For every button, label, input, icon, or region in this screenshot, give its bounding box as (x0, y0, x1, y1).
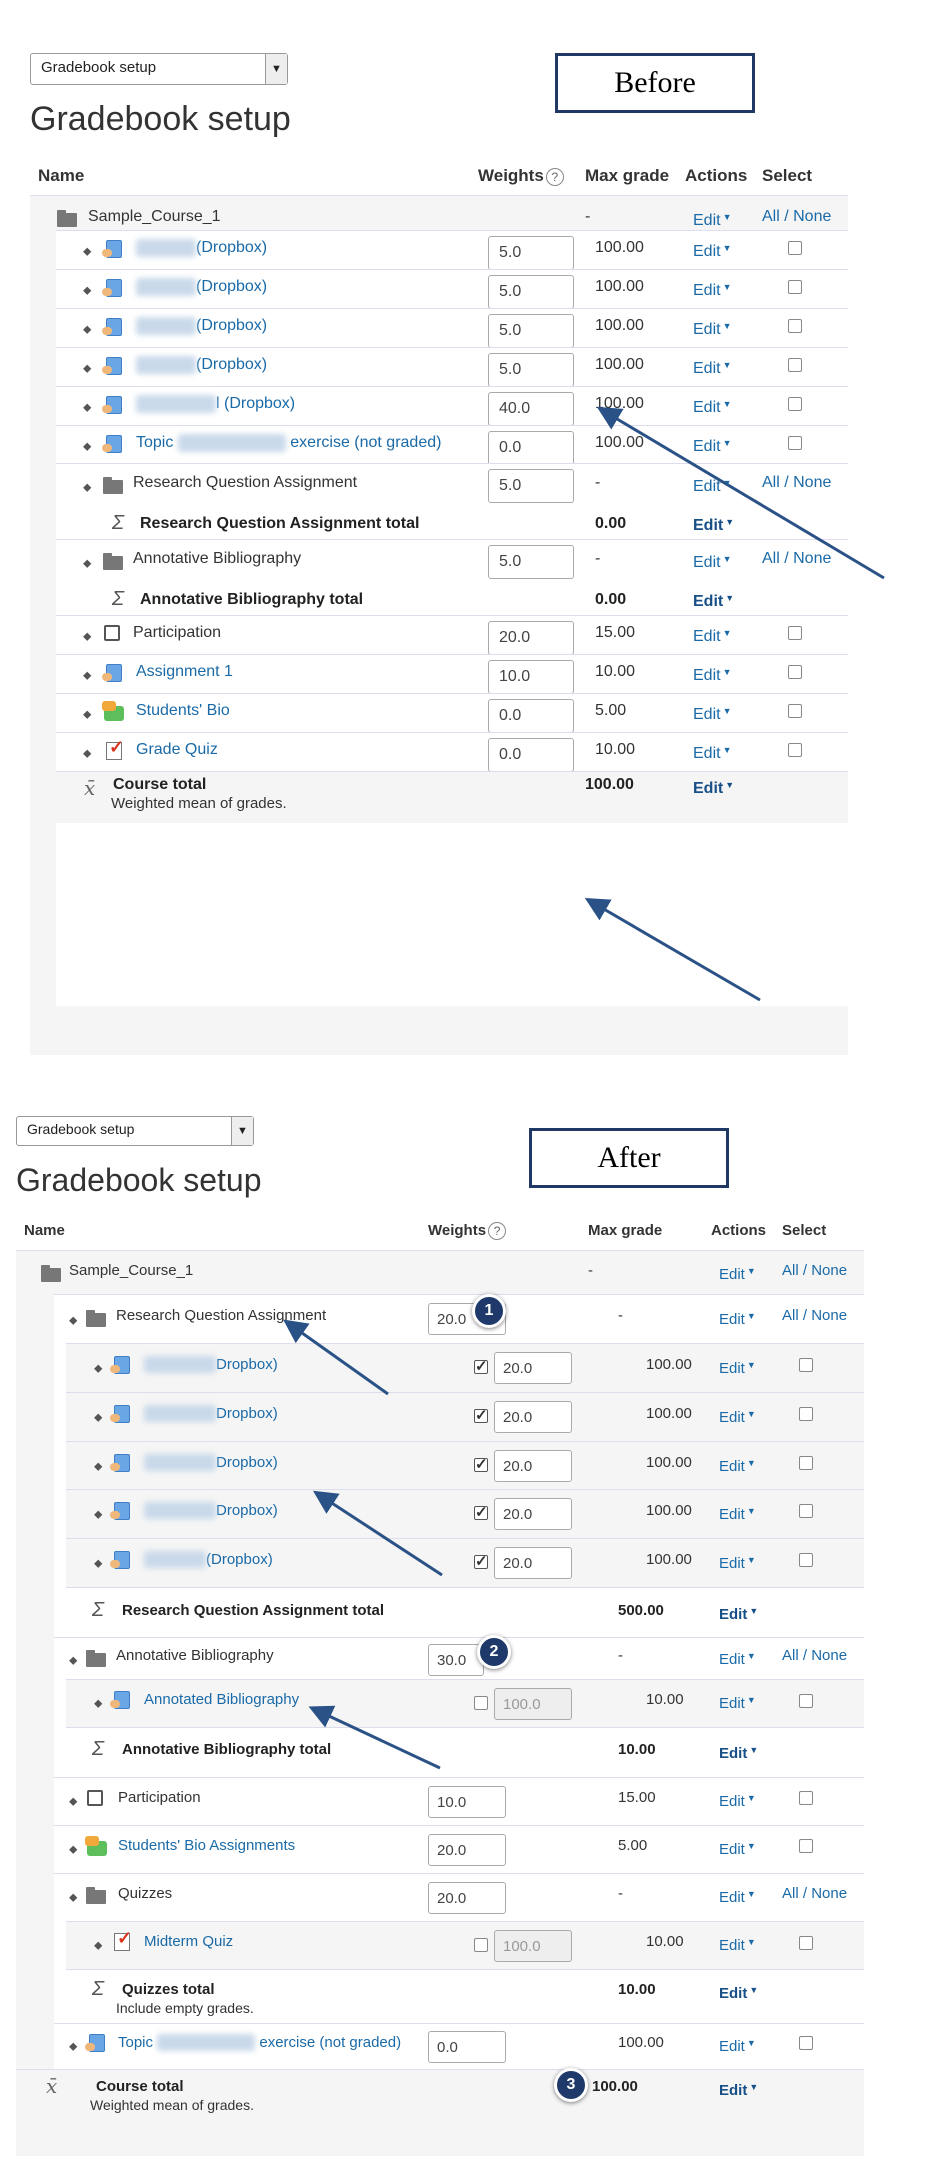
arrow-after-3 (308, 1705, 441, 1770)
arrow-after-2 (312, 1490, 443, 1577)
arrow-after-1 (283, 1319, 389, 1396)
annotation-arrows (283, 406, 885, 1770)
arrow-before-2 (584, 897, 761, 1002)
arrow-before-1 (596, 406, 885, 580)
page: Gradebook setup ▼ Before Gradebook setup… (0, 0, 932, 2163)
